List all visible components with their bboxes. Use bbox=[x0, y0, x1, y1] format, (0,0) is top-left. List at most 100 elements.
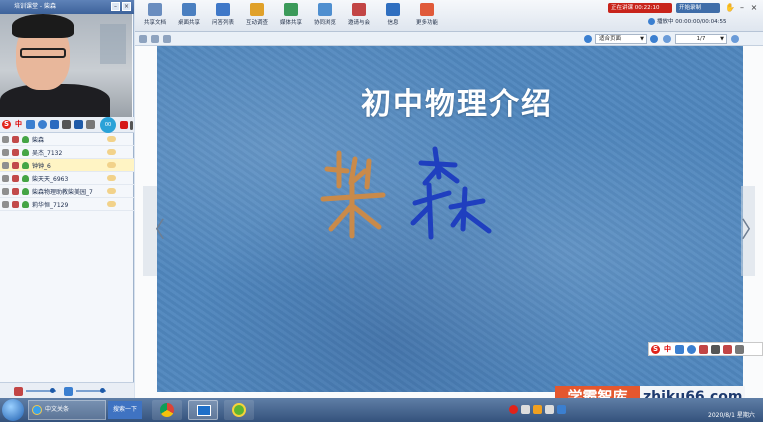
emoji-icon[interactable] bbox=[687, 344, 696, 354]
tool-button[interactable]: 桌面共享 bbox=[173, 3, 205, 26]
sogou-ime-icon[interactable]: S bbox=[2, 120, 11, 129]
chat-bubble-icon[interactable] bbox=[107, 201, 116, 207]
mic-status-icon[interactable] bbox=[2, 200, 9, 208]
attendee-row[interactable]: 钟钟_6 bbox=[0, 159, 134, 172]
camera-status-icon[interactable] bbox=[12, 187, 19, 195]
tool-button[interactable]: 媒体共享 bbox=[275, 3, 307, 26]
tray-icon[interactable] bbox=[545, 405, 554, 414]
tray-icon[interactable] bbox=[521, 405, 530, 414]
tray-icon[interactable] bbox=[557, 405, 566, 414]
slide-canvas[interactable]: 初中物理介绍 bbox=[157, 46, 743, 392]
fit-page-value: 适合页面 bbox=[599, 36, 622, 42]
user-icon[interactable] bbox=[22, 187, 29, 195]
tool-button[interactable]: 邀请与会 bbox=[343, 3, 375, 26]
camera-status-icon[interactable] bbox=[12, 148, 19, 156]
punctuation-icon[interactable] bbox=[675, 344, 684, 354]
sogou-ime-icon[interactable]: S bbox=[651, 344, 660, 354]
keyboard-icon[interactable] bbox=[62, 120, 71, 129]
user-icon[interactable] bbox=[22, 148, 29, 156]
attendee-row[interactable]: 柴森物理助教柴美园_7 bbox=[0, 185, 134, 198]
taskbar-search-button[interactable]: 搜索一下 bbox=[108, 401, 142, 419]
taskbar-video-app[interactable] bbox=[188, 400, 218, 420]
audio-controls bbox=[0, 382, 134, 398]
pen-icon[interactable] bbox=[130, 121, 133, 130]
toolbox-icon[interactable] bbox=[86, 120, 95, 129]
camera-status-icon[interactable] bbox=[12, 135, 19, 143]
user-icon[interactable] bbox=[22, 174, 29, 182]
camera-status-icon[interactable] bbox=[12, 174, 19, 182]
skin-icon[interactable] bbox=[74, 120, 83, 129]
taskbar-ie-item[interactable]: 中文关条 bbox=[28, 400, 106, 420]
punctuation-icon[interactable] bbox=[26, 120, 35, 129]
blue-stroke bbox=[426, 182, 434, 240]
microphone-icon[interactable] bbox=[699, 344, 708, 354]
windows-taskbar: 中文关条 搜索一下 2020/8/1 星期六 bbox=[0, 398, 763, 422]
microphone-icon[interactable] bbox=[50, 120, 59, 129]
sogou-tray-icon[interactable] bbox=[509, 405, 518, 414]
user-icon[interactable] bbox=[22, 161, 29, 169]
skin-icon[interactable] bbox=[723, 344, 732, 354]
prev-slide-button[interactable]: 〈 bbox=[143, 186, 165, 276]
mic-status-icon[interactable] bbox=[2, 161, 9, 169]
mic-status-icon[interactable] bbox=[2, 148, 9, 156]
attendee-row[interactable]: 吴杰_7132 bbox=[0, 146, 134, 159]
tool-button[interactable]: 协同浏览 bbox=[309, 3, 341, 26]
attendee-list: 柴森 吴杰_7132 钟钟_6 柴天天_6963 柴森物理助教柴美园_7 莉华恒_7129 bbox=[0, 133, 134, 211]
chat-bubble-icon[interactable] bbox=[107, 188, 116, 194]
emoji-icon[interactable] bbox=[38, 120, 47, 129]
attendee-row[interactable]: 柴天天_6963 bbox=[0, 172, 134, 185]
close-window-button[interactable]: × bbox=[749, 3, 759, 13]
chat-bubble-icon[interactable] bbox=[107, 175, 116, 181]
tray-icon[interactable] bbox=[533, 405, 542, 414]
chat-bubble-icon[interactable] bbox=[107, 162, 116, 168]
chinese-mode-icon[interactable]: 中 bbox=[14, 120, 23, 129]
user-icon[interactable] bbox=[22, 135, 29, 143]
tool-button[interactable]: 共享文档 bbox=[139, 3, 171, 26]
record-button[interactable]: 开始录制 bbox=[676, 3, 720, 13]
open-doc-icon[interactable] bbox=[139, 35, 147, 43]
mic-status-icon[interactable] bbox=[2, 174, 9, 182]
zoom-out-icon[interactable] bbox=[650, 35, 658, 43]
minimize-button[interactable]: – bbox=[111, 2, 120, 11]
close-button[interactable]: × bbox=[122, 2, 131, 11]
start-button[interactable] bbox=[2, 399, 24, 421]
new-page-icon[interactable] bbox=[151, 35, 159, 43]
chat-bubble-icon[interactable] bbox=[107, 136, 116, 142]
mic-volume-knob[interactable] bbox=[50, 388, 55, 393]
taskbar-360-app[interactable] bbox=[224, 400, 254, 420]
camera-status-icon[interactable] bbox=[12, 161, 19, 169]
speaker-volume-icon[interactable] bbox=[64, 387, 73, 396]
ime-toolbar-floating: S 中 bbox=[648, 342, 763, 356]
playback-text: 播放中 00:00:00/00:04:55 bbox=[657, 19, 727, 25]
zoom-in-icon[interactable] bbox=[584, 35, 592, 43]
prev-page-icon[interactable] bbox=[663, 35, 671, 43]
chat-bubble-icon[interactable] bbox=[107, 149, 116, 155]
mic-status-icon[interactable] bbox=[2, 135, 9, 143]
chinese-mode-icon[interactable]: 中 bbox=[663, 345, 672, 354]
taskbar-ie-label: 中文关条 bbox=[45, 406, 70, 413]
speaker-volume-knob[interactable] bbox=[100, 388, 105, 393]
fit-page-select[interactable]: 适合页面 ▼ bbox=[595, 34, 647, 44]
next-page-icon[interactable] bbox=[731, 35, 739, 43]
tool-button[interactable]: 问答列表 bbox=[207, 3, 239, 26]
tool-button[interactable]: 更多功能 bbox=[411, 3, 443, 26]
toolbox-icon[interactable] bbox=[735, 344, 744, 354]
minimize-window-button[interactable]: – bbox=[737, 3, 747, 13]
camera-status-icon[interactable] bbox=[12, 200, 19, 208]
mic-volume-icon[interactable] bbox=[14, 387, 23, 396]
tool-button[interactable]: 互动调查 bbox=[241, 3, 273, 26]
attendee-row[interactable]: 柴森 bbox=[0, 133, 134, 146]
mic-status-icon[interactable] bbox=[2, 187, 9, 195]
attendee-row[interactable]: 莉华恒_7129 bbox=[0, 198, 134, 211]
stop-record-icon[interactable] bbox=[120, 121, 128, 129]
next-slide-button[interactable]: 〉 bbox=[741, 186, 763, 276]
live-status-badge[interactable]: 正在讲课 00:22:10 bbox=[608, 3, 672, 13]
screenshot-badge-icon[interactable]: 00 bbox=[100, 117, 116, 133]
taskbar-chrome-app[interactable] bbox=[152, 400, 182, 420]
tool-button[interactable]: 信息 bbox=[377, 3, 409, 26]
keyboard-icon[interactable] bbox=[711, 344, 720, 354]
hand-icon[interactable]: ✋ bbox=[725, 3, 735, 13]
page-select[interactable]: 1/7 ▼ bbox=[675, 34, 727, 44]
thumbnail-icon[interactable] bbox=[163, 35, 171, 43]
user-icon[interactable] bbox=[22, 200, 29, 208]
